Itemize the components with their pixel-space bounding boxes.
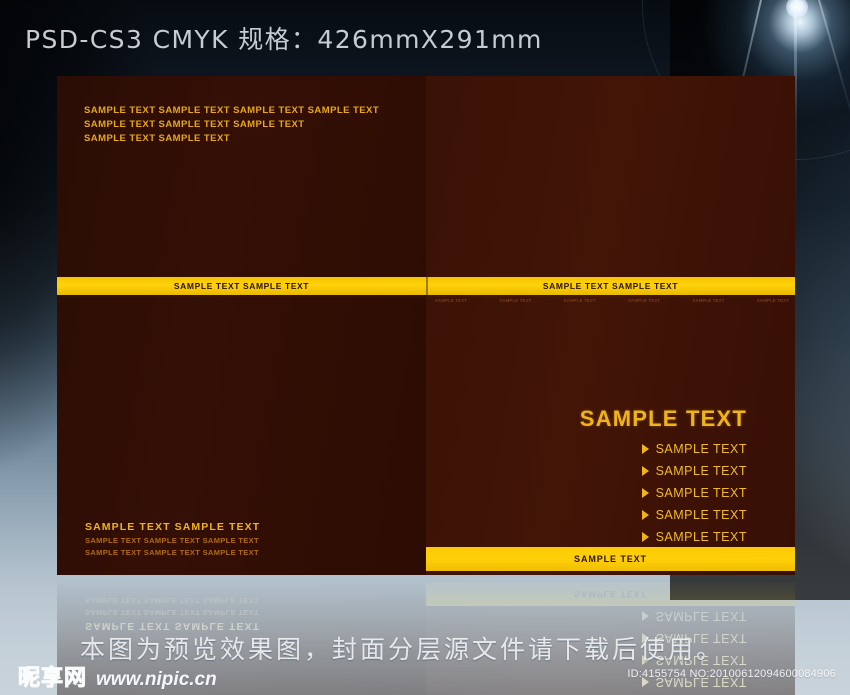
triangle-bullet-icon [641, 532, 649, 542]
micro-label: SAMPLE TEXT [435, 298, 468, 303]
bullet-item: SAMPLE TEXT [641, 482, 747, 504]
bullet-item: SAMPLE TEXT [641, 526, 747, 548]
lens-flare-ray-right-icon [818, 0, 850, 174]
back-cover-top-paragraph: SAMPLE TEXT SAMPLE TEXT SAMPLE TEXT SAMP… [84, 104, 379, 146]
front-cover-bullet-list: SAMPLE TEXT SAMPLE TEXT SAMPLE TEXT SAMP… [641, 438, 747, 548]
micro-label: SAMPLE TEXT [692, 298, 725, 303]
back-cover-panel: SAMPLE TEXT SAMPLE TEXT SAMPLE TEXT SAMP… [57, 76, 426, 575]
reflection-back-bottom-block: SAMPLE TEXT SAMPLE TEXT SAMPLE TEXT SAMP… [85, 594, 260, 633]
bullet-item: SAMPLE TEXT [641, 438, 747, 460]
micro-label: SAMPLE TEXT [756, 298, 789, 303]
triangle-bullet-icon [641, 466, 649, 476]
preview-stage: PSD-CS3 CMYK 规格：426mmX291mm SAMPLE TEXT … [0, 0, 850, 695]
bullet-label: SAMPLE TEXT [655, 530, 747, 544]
reflection-bottom-bar: SAMPLE TEXT [426, 582, 795, 606]
front-cover-bottom-bar-label: SAMPLE TEXT [574, 554, 647, 564]
back-cover-band: SAMPLE TEXT SAMPLE TEXT [57, 277, 426, 295]
front-cover-micro-label-row: SAMPLE TEXT SAMPLE TEXT SAMPLE TEXT SAMP… [429, 298, 795, 303]
spec-header-text: PSD-CS3 CMYK 规格：426mmX291mm [25, 25, 543, 54]
back-cover-bottom-block: SAMPLE TEXT SAMPLE TEXT SAMPLE TEXT SAMP… [85, 520, 260, 559]
site-url-label: www.nipic.cn [96, 669, 217, 690]
triangle-bullet-icon [641, 488, 649, 498]
site-logo-watermark: 昵享网 www.nipic.cn [17, 660, 217, 692]
back-cover-band-label: SAMPLE TEXT SAMPLE TEXT [173, 281, 310, 291]
bullet-label: SAMPLE TEXT [655, 508, 747, 522]
asset-id-label: ID:4155754 NO:20100612094600084906 [627, 668, 836, 680]
triangle-bullet-icon [641, 510, 649, 520]
front-cover-headline: SAMPLE TEXT [579, 406, 747, 431]
back-bottom-heading: SAMPLE TEXT SAMPLE TEXT [85, 521, 261, 533]
reflection-line: SAMPLE TEXT SAMPLE TEXT SAMPLE TEXT [85, 608, 259, 617]
band-separator [426, 277, 428, 295]
front-cover-panel: SAMPLE TEXT SAMPLE TEXT SAMPLE TEXT SAMP… [426, 76, 795, 575]
front-cover-bottom-bar: SAMPLE TEXT [426, 547, 795, 571]
cover-band-row: SAMPLE TEXT SAMPLE TEXT SAMPLE TEXT SAMP… [57, 277, 795, 295]
back-bottom-line: SAMPLE TEXT SAMPLE TEXT SAMPLE TEXT [85, 536, 259, 545]
book-cover-artwork: SAMPLE TEXT SAMPLE TEXT SAMPLE TEXT SAMP… [57, 76, 795, 575]
bullet-label: SAMPLE TEXT [655, 442, 747, 456]
bullet-label: SAMPLE TEXT [655, 464, 747, 478]
back-top-line: SAMPLE TEXT SAMPLE TEXT [84, 133, 230, 144]
bullet-item: SAMPLE TEXT [641, 460, 747, 482]
micro-label: SAMPLE TEXT [563, 298, 596, 303]
micro-label: SAMPLE TEXT [499, 298, 532, 303]
reflection-bullet-item: SAMPLE TEXT [641, 605, 747, 627]
back-top-line: SAMPLE TEXT SAMPLE TEXT SAMPLE TEXT [84, 119, 305, 130]
bullet-label: SAMPLE TEXT [655, 486, 747, 500]
triangle-bullet-icon [641, 611, 649, 621]
reflection-line: SAMPLE TEXT SAMPLE TEXT SAMPLE TEXT [85, 596, 259, 605]
back-bottom-line: SAMPLE TEXT SAMPLE TEXT SAMPLE TEXT [85, 548, 259, 557]
front-cover-band-label: SAMPLE TEXT SAMPLE TEXT [542, 281, 679, 291]
triangle-bullet-icon [641, 444, 649, 454]
reflection-bottom-bar-label: SAMPLE TEXT [574, 589, 647, 599]
micro-label: SAMPLE TEXT [628, 298, 661, 303]
bullet-item: SAMPLE TEXT [641, 504, 747, 526]
site-name-label: 昵享网 [17, 666, 88, 692]
reflection-bullet-label: SAMPLE TEXT [655, 609, 747, 623]
lens-flare-core-icon [786, 0, 808, 18]
front-cover-band: SAMPLE TEXT SAMPLE TEXT [426, 277, 795, 295]
back-top-line: SAMPLE TEXT SAMPLE TEXT SAMPLE TEXT SAMP… [84, 105, 380, 116]
